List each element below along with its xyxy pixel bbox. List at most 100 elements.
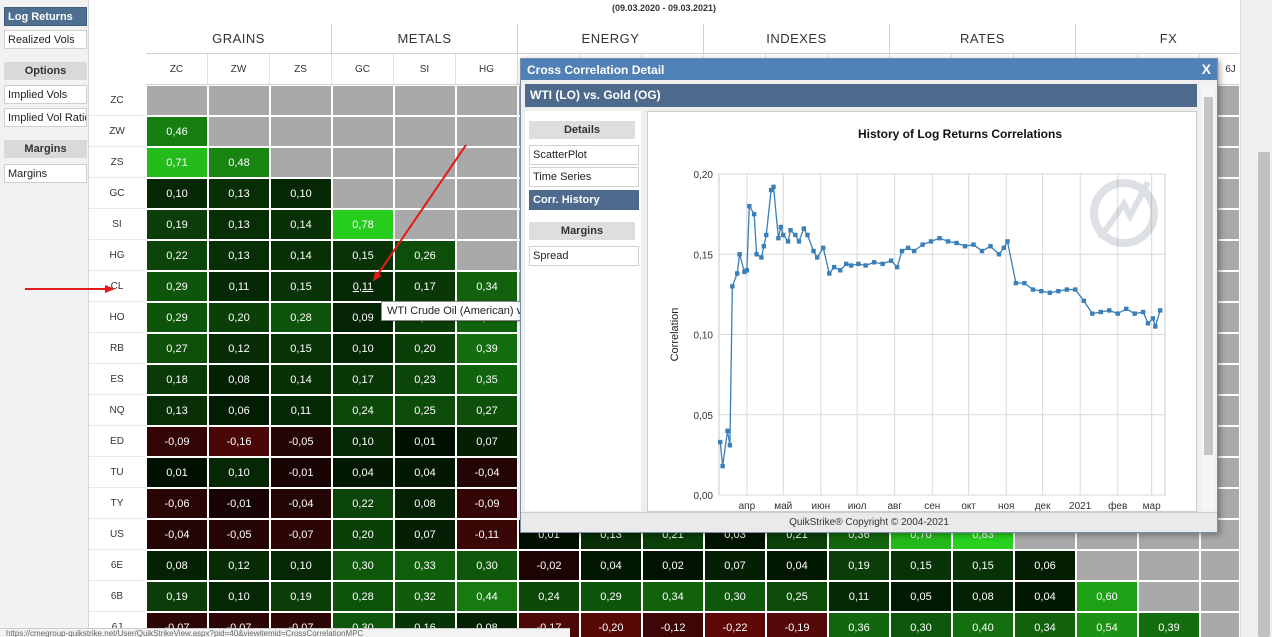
- matrix-cell[interactable]: 0,13: [208, 178, 270, 209]
- matrix-cell[interactable]: 0,10: [208, 457, 270, 488]
- matrix-cell[interactable]: 0,20: [208, 302, 270, 333]
- matrix-cell[interactable]: 0,15: [270, 271, 332, 302]
- sidebar-item-realized-vols[interactable]: Realized Vols: [4, 30, 87, 49]
- matrix-cell[interactable]: 0,12: [208, 333, 270, 364]
- matrix-cell[interactable]: -0,20: [580, 612, 642, 637]
- matrix-cell[interactable]: 0,02: [642, 550, 704, 581]
- matrix-cell[interactable]: 0,14: [270, 364, 332, 395]
- matrix-cell[interactable]: -0,05: [270, 426, 332, 457]
- matrix-cell[interactable]: -0,04: [270, 488, 332, 519]
- dialog-item-time-series[interactable]: Time Series: [529, 167, 639, 187]
- matrix-cell[interactable]: 0,29: [146, 302, 208, 333]
- page-scrollbar-thumb[interactable]: [1258, 152, 1270, 637]
- close-icon[interactable]: X: [1202, 61, 1211, 77]
- matrix-cell[interactable]: 0,10: [332, 333, 394, 364]
- matrix-cell[interactable]: 0,15: [952, 550, 1014, 581]
- matrix-cell[interactable]: 0,01: [146, 457, 208, 488]
- matrix-cell[interactable]: 0,17: [332, 364, 394, 395]
- matrix-cell[interactable]: 0,78: [332, 209, 394, 240]
- dialog-item-corr-history[interactable]: Corr. History: [529, 190, 639, 210]
- matrix-cell[interactable]: 0,29: [146, 271, 208, 302]
- matrix-cell[interactable]: 0,22: [146, 240, 208, 271]
- matrix-cell[interactable]: 0,08: [208, 364, 270, 395]
- matrix-cell[interactable]: 0,08: [394, 488, 456, 519]
- matrix-cell[interactable]: 0,05: [890, 581, 952, 612]
- matrix-cell[interactable]: 0,10: [208, 581, 270, 612]
- matrix-cell[interactable]: 0,39: [456, 333, 518, 364]
- matrix-cell[interactable]: 0,19: [828, 550, 890, 581]
- matrix-cell[interactable]: 0,11: [828, 581, 890, 612]
- matrix-cell[interactable]: 0,10: [270, 550, 332, 581]
- matrix-cell[interactable]: 0,15: [332, 240, 394, 271]
- matrix-cell[interactable]: 0,11: [208, 271, 270, 302]
- matrix-cell[interactable]: 0,06: [208, 395, 270, 426]
- matrix-cell[interactable]: -0,22: [704, 612, 766, 637]
- page-scrollbar[interactable]: [1240, 0, 1272, 637]
- matrix-cell[interactable]: 0,54: [1076, 612, 1138, 637]
- matrix-cell[interactable]: -0,01: [208, 488, 270, 519]
- matrix-cell[interactable]: 0,08: [952, 581, 1014, 612]
- matrix-cell[interactable]: 0,25: [394, 395, 456, 426]
- matrix-cell[interactable]: 0,11: [332, 271, 394, 302]
- matrix-cell[interactable]: 0,14: [270, 240, 332, 271]
- matrix-cell[interactable]: 0,10: [146, 178, 208, 209]
- matrix-cell[interactable]: 0,04: [1014, 581, 1076, 612]
- matrix-cell[interactable]: 0,13: [146, 395, 208, 426]
- matrix-cell[interactable]: 0,24: [518, 581, 580, 612]
- matrix-cell[interactable]: 0,27: [456, 395, 518, 426]
- matrix-cell[interactable]: -0,16: [208, 426, 270, 457]
- matrix-cell[interactable]: 0,27: [146, 333, 208, 364]
- dialog-item-spread[interactable]: Spread: [529, 246, 639, 266]
- matrix-cell[interactable]: 0,60: [1076, 581, 1138, 612]
- matrix-cell[interactable]: 0,39: [1138, 612, 1200, 637]
- matrix-cell[interactable]: -0,04: [456, 457, 518, 488]
- matrix-cell[interactable]: -0,11: [456, 519, 518, 550]
- matrix-cell[interactable]: 0,20: [332, 519, 394, 550]
- matrix-cell[interactable]: 0,19: [146, 209, 208, 240]
- sidebar-item-log-returns[interactable]: Log Returns: [4, 7, 87, 26]
- dialog-scrollbar-thumb[interactable]: [1204, 97, 1213, 455]
- matrix-cell[interactable]: 0,19: [270, 581, 332, 612]
- dialog-item-scatterplot[interactable]: ScatterPlot: [529, 145, 639, 165]
- matrix-cell[interactable]: 0,30: [456, 550, 518, 581]
- matrix-cell[interactable]: 0,35: [456, 364, 518, 395]
- matrix-cell[interactable]: 0,10: [270, 178, 332, 209]
- matrix-cell[interactable]: 0,33: [394, 550, 456, 581]
- dialog-title-bar[interactable]: Cross Correlation Detail X: [521, 59, 1217, 80]
- matrix-cell[interactable]: 0,04: [332, 457, 394, 488]
- matrix-cell[interactable]: 0,13: [208, 240, 270, 271]
- matrix-cell[interactable]: 0,25: [766, 581, 828, 612]
- matrix-cell[interactable]: 0,15: [890, 550, 952, 581]
- matrix-cell[interactable]: 0,07: [394, 519, 456, 550]
- matrix-cell[interactable]: 0,44: [456, 581, 518, 612]
- matrix-cell[interactable]: 0,28: [332, 581, 394, 612]
- sidebar-item-implied-vol-ratio[interactable]: Implied Vol Ratio: [4, 108, 87, 127]
- matrix-cell[interactable]: 0,48: [208, 147, 270, 178]
- matrix-cell[interactable]: 0,30: [332, 550, 394, 581]
- matrix-cell[interactable]: 0,07: [456, 426, 518, 457]
- matrix-cell[interactable]: 0,30: [890, 612, 952, 637]
- matrix-cell[interactable]: 0,14: [270, 209, 332, 240]
- matrix-cell[interactable]: 0,11: [270, 395, 332, 426]
- matrix-cell[interactable]: 0,10: [332, 426, 394, 457]
- matrix-cell[interactable]: 0,24: [332, 395, 394, 426]
- matrix-cell[interactable]: 0,34: [456, 271, 518, 302]
- matrix-cell[interactable]: 0,34: [642, 581, 704, 612]
- matrix-cell[interactable]: 0,36: [828, 612, 890, 637]
- matrix-cell[interactable]: 0,71: [146, 147, 208, 178]
- matrix-cell[interactable]: 0,17: [394, 271, 456, 302]
- matrix-cell[interactable]: 0,15: [270, 333, 332, 364]
- matrix-cell[interactable]: 0,30: [704, 581, 766, 612]
- matrix-cell[interactable]: -0,09: [146, 426, 208, 457]
- matrix-cell[interactable]: -0,06: [146, 488, 208, 519]
- sidebar-item-implied-vols[interactable]: Implied Vols: [4, 85, 87, 104]
- matrix-cell[interactable]: 0,04: [766, 550, 828, 581]
- matrix-cell[interactable]: 0,13: [208, 209, 270, 240]
- matrix-cell[interactable]: 0,40: [952, 612, 1014, 637]
- matrix-cell[interactable]: 0,04: [394, 457, 456, 488]
- matrix-cell[interactable]: 0,01: [394, 426, 456, 457]
- matrix-cell[interactable]: -0,09: [456, 488, 518, 519]
- sidebar-item-margins[interactable]: Margins: [4, 164, 87, 183]
- matrix-cell[interactable]: -0,12: [642, 612, 704, 637]
- matrix-cell[interactable]: 0,46: [146, 116, 208, 147]
